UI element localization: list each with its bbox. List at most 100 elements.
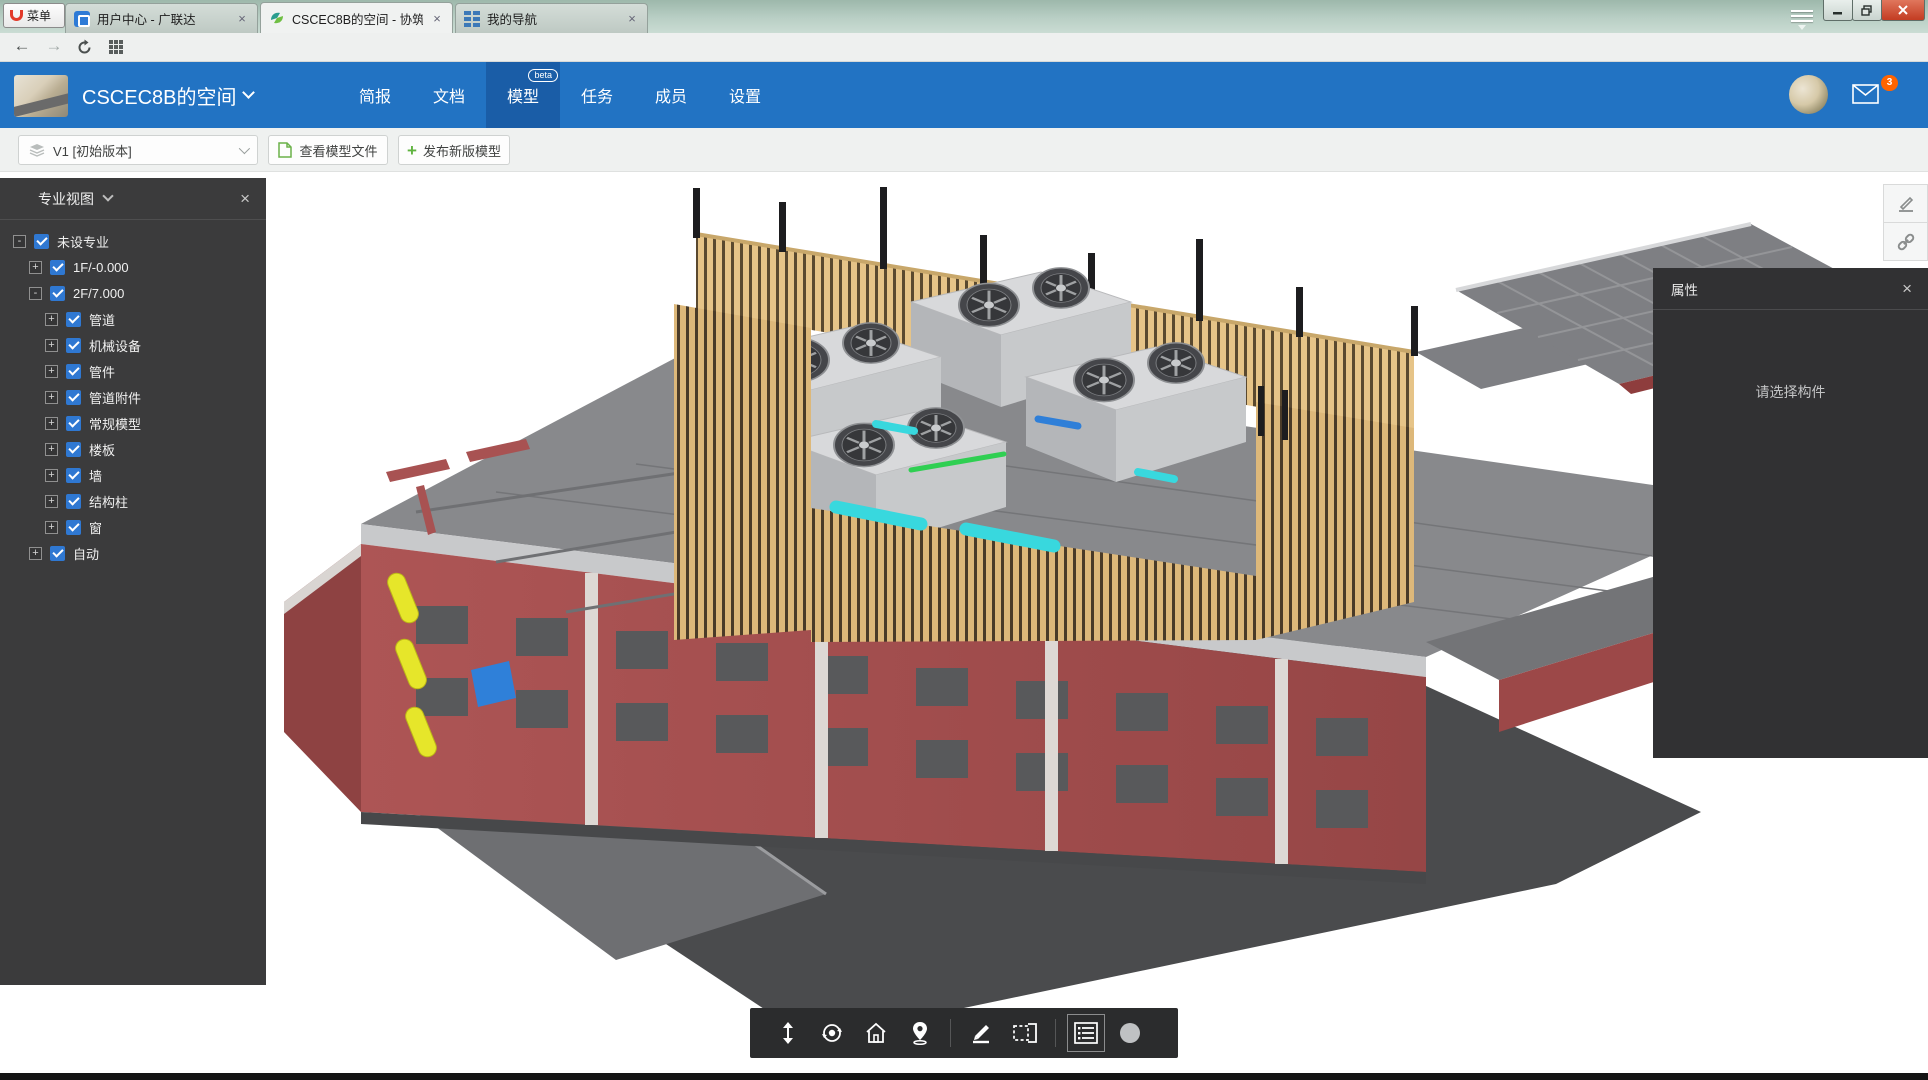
workspace-title[interactable]: CSCEC8B的空间 xyxy=(82,62,253,128)
tree-item-windows[interactable]: + 窗 xyxy=(0,514,266,540)
fit-view-button[interactable] xyxy=(769,1014,807,1052)
view-model-file-button[interactable]: 查看模型文件 xyxy=(268,135,388,165)
checkbox[interactable] xyxy=(66,468,81,483)
minimize-button[interactable] xyxy=(1823,0,1853,21)
expand-icon[interactable]: + xyxy=(45,521,58,534)
checkbox[interactable] xyxy=(66,338,81,353)
tab-close-icon[interactable]: × xyxy=(430,11,444,26)
tree-label: 墙 xyxy=(89,466,102,485)
expand-icon[interactable]: + xyxy=(45,391,58,404)
properties-panel: 属性 × 请选择构件 xyxy=(1653,268,1928,758)
file-icon xyxy=(278,142,292,158)
version-dropdown[interactable]: V1 [初始版本] xyxy=(18,135,258,165)
share-link-button[interactable] xyxy=(1883,222,1928,261)
checkbox[interactable] xyxy=(66,390,81,405)
nav-item-documents[interactable]: 文档 xyxy=(412,62,486,128)
model-viewport[interactable]: 专业视图 × - 未设专业 + 1F/-0.000 - 2F/ xyxy=(0,172,1928,1080)
version-label: V1 [初始版本] xyxy=(53,141,132,160)
tab-title: CSCEC8B的空间 - 协筑 xyxy=(292,9,423,28)
publish-new-version-button[interactable]: + 发布新版模型 xyxy=(398,135,510,165)
tree-item-walls[interactable]: + 墙 xyxy=(0,462,266,488)
checkbox[interactable] xyxy=(66,312,81,327)
tree-label: 2F/7.000 xyxy=(73,286,124,301)
component-list-button-active[interactable] xyxy=(1067,1014,1105,1052)
tab-user-center[interactable]: 用户中心 - 广联达 × xyxy=(65,3,258,33)
user-avatar[interactable] xyxy=(1789,75,1828,114)
checkbox[interactable] xyxy=(66,442,81,457)
orbit-icon xyxy=(820,1021,844,1045)
forward-icon[interactable]: → xyxy=(42,36,66,56)
browser-logo-icon xyxy=(10,10,23,21)
checkbox[interactable] xyxy=(66,520,81,535)
back-icon[interactable]: ← xyxy=(10,36,34,56)
expand-icon[interactable]: + xyxy=(45,417,58,430)
link-icon xyxy=(1895,231,1917,253)
section-button[interactable] xyxy=(1006,1014,1044,1052)
properties-header: 属性 × xyxy=(1653,268,1928,310)
checkbox[interactable] xyxy=(66,364,81,379)
tree-item-pipes[interactable]: + 管道 xyxy=(0,306,266,332)
markup-button[interactable] xyxy=(962,1014,1000,1052)
nav-item-briefing[interactable]: 简报 xyxy=(338,62,412,128)
tree-label: 管道 xyxy=(89,310,115,329)
tree-item-pipe-fittings[interactable]: + 管件 xyxy=(0,358,266,384)
viewer-toolbar xyxy=(750,1008,1178,1058)
tree-item-auto[interactable]: + 自动 xyxy=(0,540,266,566)
tree-item-floors[interactable]: + 楼板 xyxy=(0,436,266,462)
nav-item-settings[interactable]: 设置 xyxy=(708,62,782,128)
section-box-icon xyxy=(1012,1021,1038,1045)
markup-tool-button[interactable] xyxy=(1883,184,1928,223)
properties-close-icon[interactable]: × xyxy=(1902,279,1912,299)
expand-icon[interactable]: + xyxy=(29,547,42,560)
checkbox[interactable] xyxy=(50,286,65,301)
expand-icon[interactable]: + xyxy=(45,365,58,378)
checkbox[interactable] xyxy=(34,234,49,249)
tab-close-icon[interactable]: × xyxy=(625,11,639,26)
checkbox[interactable] xyxy=(50,260,65,275)
restore-button[interactable] xyxy=(1852,0,1882,21)
properties-title: 属性 xyxy=(1671,279,1698,299)
tree-item-2f[interactable]: - 2F/7.000 xyxy=(0,280,266,306)
expand-icon[interactable]: + xyxy=(45,495,58,508)
tree-item-pipe-accessories[interactable]: + 管道附件 xyxy=(0,384,266,410)
home-view-button[interactable] xyxy=(857,1014,895,1052)
tree-item-mechanical-equipment[interactable]: + 机械设备 xyxy=(0,332,266,358)
render-mode-button[interactable] xyxy=(1111,1014,1149,1052)
refresh-icon[interactable] xyxy=(76,39,93,61)
collapse-icon[interactable]: - xyxy=(29,287,42,300)
tree-item-generic-models[interactable]: + 常规模型 xyxy=(0,410,266,436)
chevron-down-icon[interactable] xyxy=(102,190,113,201)
nav-item-model[interactable]: 模型 beta xyxy=(486,62,560,128)
orbit-button[interactable] xyxy=(813,1014,851,1052)
checkbox[interactable] xyxy=(66,416,81,431)
expand-icon[interactable]: + xyxy=(45,469,58,482)
glodon-favicon xyxy=(74,11,90,27)
close-button[interactable] xyxy=(1881,0,1925,21)
checkbox[interactable] xyxy=(66,494,81,509)
messages-button[interactable]: 3 xyxy=(1852,84,1892,114)
checkbox[interactable] xyxy=(50,546,65,561)
browser-menu-button[interactable]: 菜单 xyxy=(3,3,65,28)
tree-item-structural-columns[interactable]: + 结构柱 xyxy=(0,488,266,514)
browser-hamburger-icon[interactable] xyxy=(1791,7,1813,25)
discipline-view-sidebar: 专业视图 × - 未设专业 + 1F/-0.000 - 2F/ xyxy=(0,178,266,985)
expand-icon[interactable]: + xyxy=(45,313,58,326)
collapse-icon[interactable]: - xyxy=(13,235,26,248)
tab-cscec8b-space[interactable]: CSCEC8B的空间 - 协筑 × xyxy=(260,2,453,33)
unread-count-badge: 3 xyxy=(1881,75,1898,91)
nav-item-tasks[interactable]: 任务 xyxy=(560,62,634,128)
expand-icon[interactable]: + xyxy=(29,261,42,274)
sidebar-close-icon[interactable]: × xyxy=(240,189,250,209)
layers-icon xyxy=(29,143,45,157)
workspace-logo[interactable] xyxy=(14,75,68,117)
tree-item-unset-discipline[interactable]: - 未设专业 xyxy=(0,228,266,254)
walkthrough-button[interactable] xyxy=(901,1014,939,1052)
tree-item-1f[interactable]: + 1F/-0.000 xyxy=(0,254,266,280)
nav-item-members[interactable]: 成员 xyxy=(634,62,708,128)
expand-icon[interactable]: + xyxy=(45,443,58,456)
tab-close-icon[interactable]: × xyxy=(235,11,249,26)
apps-grid-icon[interactable] xyxy=(108,39,124,60)
expand-icon[interactable]: + xyxy=(45,339,58,352)
tab-my-navigation[interactable]: 我的导航 × xyxy=(455,3,648,33)
tree-label: 窗 xyxy=(89,518,102,537)
